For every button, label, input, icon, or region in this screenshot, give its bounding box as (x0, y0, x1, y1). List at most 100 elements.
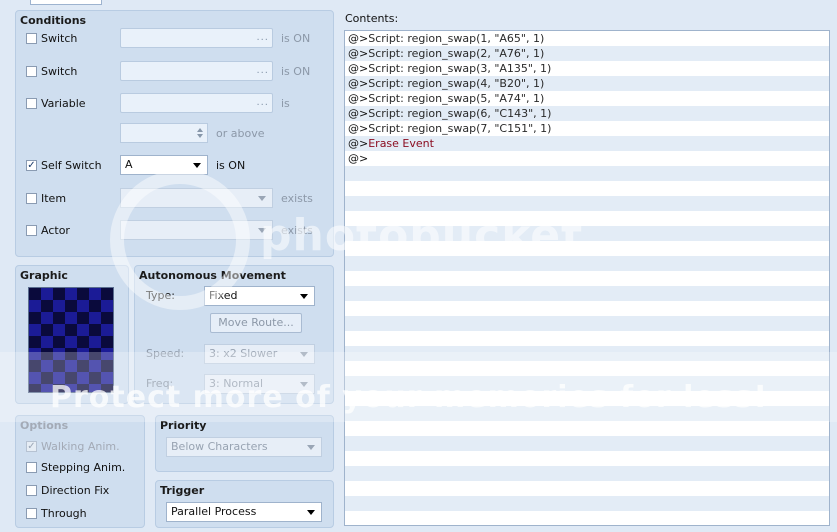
empty-line (345, 451, 829, 466)
empty-line (345, 496, 829, 511)
trigger-select[interactable]: Parallel Process (166, 502, 322, 522)
command-line[interactable]: @>Script: region_swap(6, "C143", 1) (345, 106, 829, 121)
speed-select[interactable]: 3: x2 Slower (204, 344, 315, 364)
empty-line (345, 196, 829, 211)
ellipsis-icon: ... (256, 32, 269, 43)
command-line[interactable]: @>Script: region_swap(3, "A135", 1) (345, 61, 829, 76)
self-switch-label: Self Switch (41, 159, 102, 172)
command-line[interactable]: @>Script: region_swap(2, "A76", 1) (345, 46, 829, 61)
switch1-label: Switch (41, 32, 78, 45)
empty-line (345, 436, 829, 451)
direction-fix-label: Direction Fix (41, 484, 110, 497)
variable-suffix: is (281, 97, 290, 110)
variable-checkbox[interactable] (26, 98, 37, 109)
item-select[interactable] (120, 188, 273, 208)
self-switch-suffix: is ON (216, 159, 246, 172)
move-route-button[interactable]: Move Route... (210, 313, 302, 333)
actor-label: Actor (41, 224, 70, 237)
options-title: Options (20, 419, 69, 432)
stepping-anim-checkbox[interactable] (26, 462, 37, 473)
variable-value-spinner[interactable] (120, 123, 208, 143)
chevron-down-icon (307, 510, 315, 515)
or-above-label: or above (216, 127, 265, 140)
empty-line (345, 421, 829, 436)
event-graphic-preview[interactable] (28, 287, 114, 393)
freq-label: Freq: (146, 377, 174, 390)
empty-line (345, 181, 829, 196)
empty-line (345, 286, 829, 301)
walking-anim-label: Walking Anim. (41, 440, 120, 453)
freq-value: 3: Normal (209, 377, 264, 390)
empty-line (345, 391, 829, 406)
top-tab[interactable] (30, 0, 102, 5)
command-line[interactable]: @> (345, 151, 829, 166)
empty-line (345, 376, 829, 391)
priority-value: Below Characters (171, 440, 268, 453)
switch1-row[interactable]: Switch (26, 32, 77, 45)
item-row[interactable]: Item (26, 192, 66, 205)
spin-down-icon[interactable] (197, 134, 203, 138)
self-switch-value: A (125, 158, 133, 171)
graphic-title: Graphic (20, 269, 68, 282)
empty-line (345, 511, 829, 525)
switch2-row[interactable]: Switch (26, 65, 77, 78)
priority-title: Priority (160, 419, 207, 432)
command-line[interactable]: @>Script: region_swap(5, "A74", 1) (345, 91, 829, 106)
empty-line (345, 226, 829, 241)
spin-up-icon[interactable] (197, 128, 203, 132)
movement-type-select[interactable]: Fixed (204, 286, 315, 306)
speed-label: Speed: (146, 347, 185, 360)
event-contents-list[interactable]: @>Script: region_swap(1, "A65", 1) @>Scr… (344, 30, 830, 526)
self-switch-select[interactable]: A (120, 155, 208, 175)
actor-row[interactable]: Actor (26, 224, 70, 237)
empty-line (345, 316, 829, 331)
command-line[interactable]: @>Script: region_swap(7, "C151", 1) (345, 121, 829, 136)
command-line[interactable]: @>Script: region_swap(1, "A65", 1) (345, 31, 829, 46)
self-switch-row[interactable]: ✓ Self Switch (26, 159, 102, 172)
switch2-checkbox[interactable] (26, 66, 37, 77)
freq-select[interactable]: 3: Normal (204, 374, 315, 394)
item-checkbox[interactable] (26, 193, 37, 204)
walking-anim-row[interactable]: ✓ Walking Anim. (26, 440, 120, 453)
empty-line (345, 481, 829, 496)
walking-anim-checkbox[interactable]: ✓ (26, 441, 37, 452)
chevron-down-icon (193, 163, 201, 168)
command-line[interactable]: @>Script: region_swap(4, "B20", 1) (345, 76, 829, 91)
chevron-down-icon (300, 294, 308, 299)
actor-checkbox[interactable] (26, 225, 37, 236)
chevron-down-icon (258, 196, 266, 201)
empty-line (345, 271, 829, 286)
switch1-suffix: is ON (281, 32, 311, 45)
direction-fix-row[interactable]: Direction Fix (26, 484, 109, 497)
empty-line (345, 346, 829, 361)
variable-row[interactable]: Variable (26, 97, 86, 110)
direction-fix-checkbox[interactable] (26, 485, 37, 496)
switch2-field[interactable]: ... (120, 61, 273, 81)
switch1-checkbox[interactable] (26, 33, 37, 44)
empty-line (345, 361, 829, 376)
empty-line (345, 466, 829, 481)
switch1-field[interactable]: ... (120, 28, 273, 48)
empty-line (345, 241, 829, 256)
movement-type-value: Fixed (209, 289, 238, 302)
switch2-label: Switch (41, 65, 78, 78)
top-strip (0, 0, 837, 10)
priority-select[interactable]: Below Characters (166, 437, 322, 457)
variable-label: Variable (41, 97, 86, 110)
ellipsis-icon: ... (256, 97, 269, 108)
stepping-anim-row[interactable]: Stepping Anim. (26, 461, 125, 474)
chevron-down-icon (300, 352, 308, 357)
through-row[interactable]: Through (26, 507, 87, 520)
variable-field[interactable]: ... (120, 93, 273, 113)
self-switch-checkbox[interactable]: ✓ (26, 160, 37, 171)
through-label: Through (41, 507, 87, 520)
speed-value: 3: x2 Slower (209, 347, 278, 360)
empty-line (345, 166, 829, 181)
through-checkbox[interactable] (26, 508, 37, 519)
command-line[interactable]: @>Erase Event (345, 136, 829, 151)
actor-select[interactable] (120, 220, 273, 240)
stepping-anim-label: Stepping Anim. (41, 461, 126, 474)
chevron-down-icon (307, 445, 315, 450)
item-suffix: exists (281, 192, 313, 205)
actor-suffix: exists (281, 224, 313, 237)
